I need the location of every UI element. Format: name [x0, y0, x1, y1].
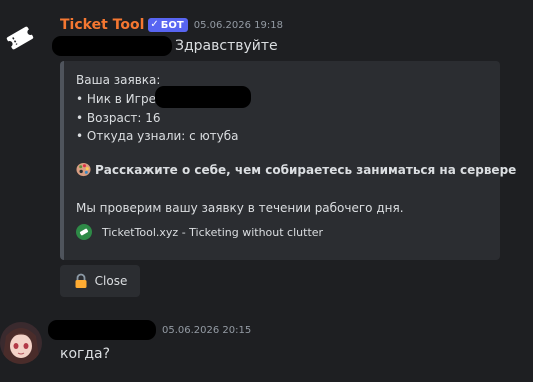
check-icon: ✓: [150, 19, 159, 30]
footer-text: TicketTool.xyz - Ticketing without clutt…: [102, 225, 324, 239]
greeting-text: Здравствуйте: [175, 38, 278, 54]
embed-line-nick: • Ник в Игре:: [76, 92, 160, 106]
ticket-embed: Ваша заявка: • Ник в Игре: • Возраст: 16…: [60, 61, 516, 260]
anime-avatar-icon: [0, 322, 42, 364]
embed-question-text: Расскажите о себе, чем собираетесь заним…: [95, 163, 517, 177]
embed-footer: TicketTool.xyz - Ticketing without clutt…: [76, 224, 323, 240]
redacted-mention: [52, 36, 172, 56]
close-button-label: Close: [94, 274, 128, 288]
lock-icon: [75, 273, 87, 288]
tickettool-logo-icon: [76, 224, 92, 240]
embed-line-heading: Ваша заявка:: [76, 73, 161, 87]
bot-badge-label: БОТ: [160, 19, 184, 31]
embed-line-source: • Откуда узнали: с ютуба: [76, 129, 239, 143]
embed-note: Мы проверим вашу заявку в течении рабоче…: [76, 201, 404, 215]
user-avatar[interactable]: [0, 322, 42, 364]
close-ticket-button[interactable]: Close: [60, 265, 140, 297]
message-text: когда?: [60, 346, 111, 362]
message-timestamp: 05.06.2026 20:15: [162, 325, 252, 336]
redacted-nick: [155, 86, 251, 108]
bot-badge: ✓ БОТ: [148, 18, 188, 32]
author-name[interactable]: Ticket Tool: [60, 17, 144, 33]
message-timestamp: 05.06.2026 19:18: [193, 19, 283, 31]
palette-icon: [76, 162, 91, 177]
ticket-icon: [6, 26, 34, 50]
embed-question: Расскажите о себе, чем собираетесь заним…: [76, 162, 516, 177]
embed-line-age: • Возраст: 16: [76, 111, 161, 125]
ticket-tool-avatar[interactable]: [0, 18, 40, 58]
redacted-username[interactable]: [48, 320, 156, 340]
